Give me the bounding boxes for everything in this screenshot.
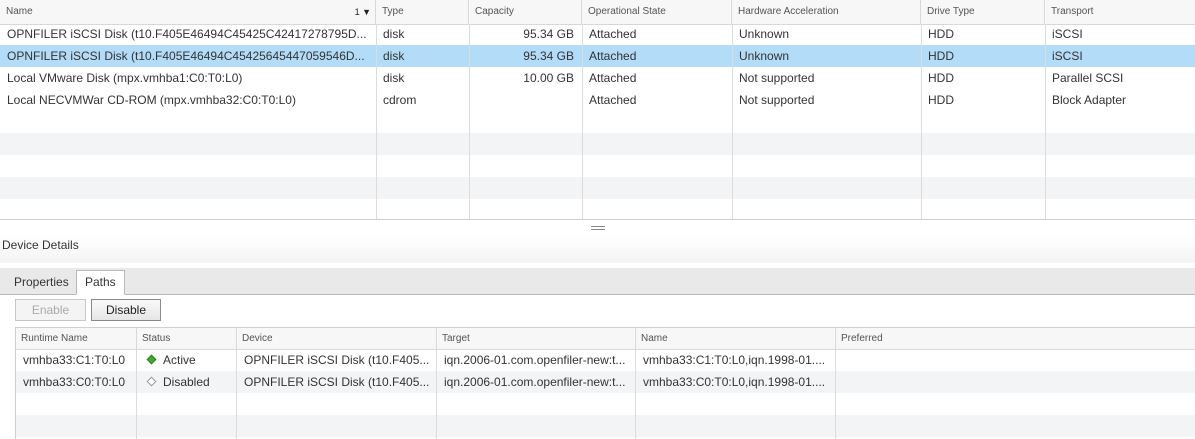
empty-diamond-icon bbox=[146, 376, 157, 387]
column-header-label: Drive Type bbox=[927, 6, 975, 17]
device-hwaccel-cell: Unknown bbox=[739, 27, 790, 41]
column-header-label: Operational State bbox=[588, 6, 666, 17]
column-divider bbox=[835, 349, 836, 439]
device-hwaccel-cell: Unknown bbox=[739, 49, 790, 63]
sort-descending-icon[interactable]: 1 ▼ bbox=[355, 0, 371, 24]
enable-button[interactable]: Enable bbox=[15, 299, 86, 321]
column-header-name[interactable]: Name bbox=[636, 328, 836, 349]
column-divider bbox=[376, 24, 377, 219]
table-row[interactable]: OPNFILER iSCSI Disk (t10.F405E46494C4542… bbox=[0, 23, 1195, 45]
device-capacity-cell bbox=[469, 89, 582, 111]
path-target-cell: iqn.2006-01.com.openfiler-new:t... bbox=[444, 353, 626, 367]
table-row-selected[interactable]: OPNFILER iSCSI Disk (t10.F405E46494C4542… bbox=[0, 45, 1195, 67]
device-hwaccel-cell: Not supported bbox=[739, 71, 815, 85]
paths-grid: Runtime Name Status Device Target Name P… bbox=[15, 327, 1195, 439]
path-name-cell: vmhba33:C1:T0:L0,iqn.1998-01.... bbox=[643, 353, 826, 367]
splitter-handle-icon[interactable] bbox=[591, 226, 605, 232]
column-header-capacity[interactable]: Capacity bbox=[469, 0, 582, 24]
device-capacity-cell: 95.34 GB bbox=[523, 49, 574, 63]
paths-grid-header: Runtime Name Status Device Target Name P… bbox=[16, 328, 1195, 350]
device-details-header bbox=[0, 233, 1195, 263]
device-drive-type-cell: HDD bbox=[928, 71, 954, 85]
disable-button[interactable]: Disable bbox=[91, 299, 161, 321]
column-header-device[interactable]: Device bbox=[237, 328, 437, 349]
path-preferred-cell bbox=[836, 371, 1195, 393]
device-capacity-cell: 95.34 GB bbox=[523, 27, 574, 41]
table-row[interactable]: Local VMware Disk (mpx.vmhba1:C0:T0:L0) … bbox=[0, 67, 1195, 89]
column-divider bbox=[1045, 24, 1046, 219]
table-row[interactable]: vmhba33:C0:T0:L0 Disabled OPNFILER iSCSI… bbox=[16, 371, 1195, 393]
column-header-target[interactable]: Target bbox=[437, 328, 636, 349]
column-header-label: Hardware Acceleration bbox=[738, 6, 839, 17]
device-type-cell: disk bbox=[383, 27, 405, 41]
column-divider bbox=[582, 24, 583, 219]
empty-row bbox=[0, 133, 1195, 155]
device-name-cell: OPNFILER iSCSI Disk (t10.F405E46494C4542… bbox=[7, 49, 365, 63]
table-row[interactable]: Local NECVMWar CD-ROM (mpx.vmhba32:C0:T0… bbox=[0, 89, 1195, 111]
path-runtime-cell: vmhba33:C0:T0:L0 bbox=[23, 375, 126, 389]
column-header-name[interactable]: Name 1 ▼ bbox=[0, 0, 376, 24]
device-transport-cell: Block Adapter bbox=[1052, 93, 1127, 107]
path-status-cell: Disabled bbox=[137, 371, 237, 393]
status-label: Active bbox=[163, 353, 196, 367]
column-header-transport[interactable]: Transport bbox=[1045, 0, 1195, 24]
device-drive-type-cell: HDD bbox=[928, 93, 954, 107]
column-divider bbox=[436, 349, 437, 439]
column-header-label: Name bbox=[6, 6, 33, 17]
path-target-cell: iqn.2006-01.com.openfiler-new:t... bbox=[444, 375, 626, 389]
path-runtime-cell: vmhba33:C1:T0:L0 bbox=[23, 353, 126, 367]
device-drive-type-cell: HDD bbox=[928, 27, 954, 41]
column-divider bbox=[635, 349, 636, 439]
column-header-hardware-acceleration[interactable]: Hardware Acceleration bbox=[732, 0, 921, 24]
column-divider bbox=[921, 24, 922, 219]
column-header-type[interactable]: Type bbox=[376, 0, 469, 24]
path-device-cell: OPNFILER iSCSI Disk (t10.F405... bbox=[244, 375, 430, 389]
column-header-operational-state[interactable]: Operational State bbox=[582, 0, 732, 24]
device-type-cell: disk bbox=[383, 71, 405, 85]
column-header-runtime-name[interactable]: Runtime Name bbox=[16, 328, 137, 349]
device-state-cell: Attached bbox=[589, 49, 637, 63]
device-state-cell: Attached bbox=[589, 71, 637, 85]
device-drive-type-cell: HDD bbox=[928, 49, 954, 63]
green-diamond-icon bbox=[146, 354, 157, 365]
device-hwaccel-cell: Not supported bbox=[739, 93, 815, 107]
device-transport-cell: Parallel SCSI bbox=[1052, 71, 1124, 85]
column-header-drive-type[interactable]: Drive Type bbox=[921, 0, 1045, 24]
devices-grid-header: Name 1 ▼ Type Capacity Operational State… bbox=[0, 0, 1195, 25]
device-transport-cell: iSCSI bbox=[1052, 27, 1083, 41]
column-header-preferred[interactable]: Preferred bbox=[836, 328, 1195, 349]
column-divider bbox=[236, 349, 237, 439]
path-preferred-cell bbox=[836, 349, 1195, 371]
column-divider bbox=[136, 349, 137, 439]
column-header-label: Transport bbox=[1051, 6, 1094, 17]
device-details-title: Device Details bbox=[2, 238, 79, 252]
device-name-cell: Local NECVMWar CD-ROM (mpx.vmhba32:C0:T0… bbox=[7, 93, 296, 107]
device-transport-cell: iSCSI bbox=[1052, 49, 1083, 63]
table-row[interactable]: vmhba33:C1:T0:L0 Active OPNFILER iSCSI D… bbox=[16, 349, 1195, 371]
device-type-cell: disk bbox=[383, 49, 405, 63]
column-header-label: Type bbox=[382, 6, 404, 17]
device-state-cell: Attached bbox=[589, 93, 637, 107]
tab-properties[interactable]: Properties bbox=[6, 271, 77, 294]
column-divider bbox=[469, 24, 470, 219]
path-device-cell: OPNFILER iSCSI Disk (t10.F405... bbox=[244, 353, 430, 367]
device-name-cell: OPNFILER iSCSI Disk (t10.F405E46494C4542… bbox=[7, 27, 367, 41]
path-status-cell: Active bbox=[137, 349, 237, 371]
column-header-status[interactable]: Status bbox=[137, 328, 237, 349]
details-tab-bar bbox=[0, 268, 1195, 295]
column-divider bbox=[732, 24, 733, 219]
empty-row bbox=[16, 415, 1195, 437]
device-type-cell: cdrom bbox=[383, 93, 417, 107]
device-state-cell: Attached bbox=[589, 27, 637, 41]
device-name-cell: Local VMware Disk (mpx.vmhba1:C0:T0:L0) bbox=[7, 71, 243, 85]
empty-row bbox=[0, 177, 1195, 199]
column-header-label: Capacity bbox=[475, 6, 514, 17]
device-capacity-cell: 10.00 GB bbox=[523, 71, 574, 85]
tab-paths[interactable]: Paths bbox=[76, 270, 125, 295]
devices-grid: Name 1 ▼ Type Capacity Operational State… bbox=[0, 0, 1195, 220]
status-label: Disabled bbox=[163, 375, 210, 389]
path-name-cell: vmhba33:C0:T0:L0,iqn.1998-01.... bbox=[643, 375, 826, 389]
